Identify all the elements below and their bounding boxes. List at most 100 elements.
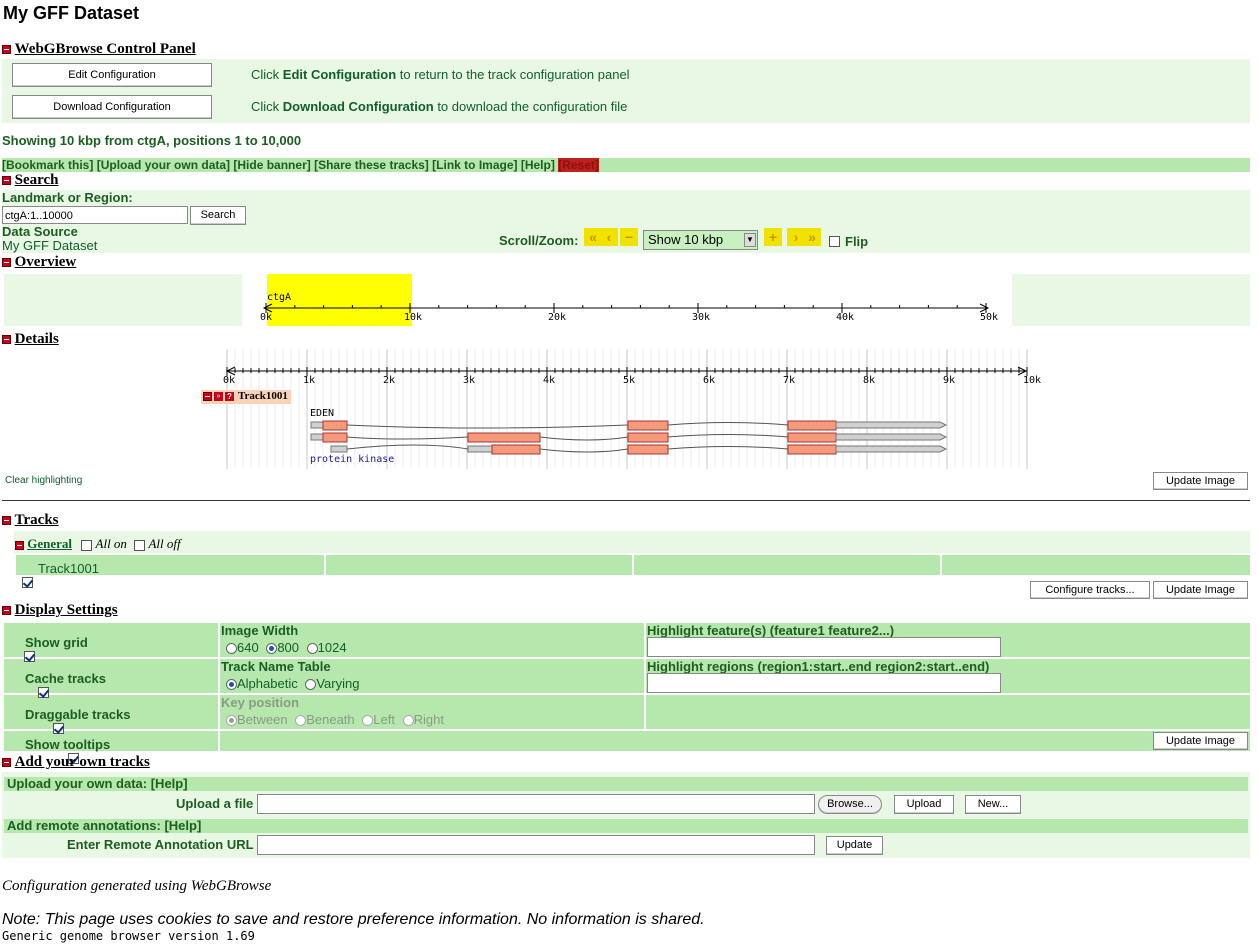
group-general[interactable]: General <box>27 536 72 551</box>
all-off-checkbox[interactable] <box>134 539 146 551</box>
display-settings-title[interactable]: Display Settings <box>15 602 118 618</box>
right-label: Right <box>413 712 444 727</box>
display-settings-header[interactable]: Display Settings <box>2 602 118 619</box>
overview-title[interactable]: Overview <box>15 254 77 270</box>
upload-file-input[interactable] <box>257 794 815 814</box>
flip-label: Flip <box>845 234 869 249</box>
overview-tick-label: 10k <box>404 312 423 323</box>
remote-update-button[interactable]: Update <box>826 836 883 855</box>
search-title[interactable]: Search <box>15 172 59 188</box>
image-width-options: 640 800 1024 <box>226 640 347 655</box>
update-image-button[interactable]: Update Image <box>1153 732 1248 750</box>
varying-radio[interactable] <box>305 679 317 691</box>
utr-block <box>310 421 324 429</box>
zoom-in-icon[interactable]: + <box>764 228 782 246</box>
beneath-radio[interactable] <box>295 715 307 727</box>
collapse-icon[interactable] <box>15 540 24 550</box>
track1001-label: Track1001 <box>38 561 99 576</box>
collapse-icon[interactable] <box>2 758 11 768</box>
collapse-icon[interactable] <box>2 516 11 526</box>
show-grid-checkbox[interactable] <box>23 651 35 663</box>
between-radio[interactable] <box>226 715 237 727</box>
edit-configuration-button[interactable]: Edit Configuration <box>12 63 212 87</box>
generated-by-text: Configuration generated using WebGBrowse <box>2 878 272 894</box>
collapse-icon[interactable] <box>203 392 212 401</box>
details-tick-label: 9k <box>943 375 956 386</box>
bookmark-link[interactable]: [Bookmark this] <box>2 158 93 172</box>
remote-header[interactable]: Add remote annotations: [Help] <box>7 819 201 833</box>
landmark-input[interactable]: ctgA:1..10000 <box>2 206 188 224</box>
collapse-icon[interactable] <box>2 45 11 55</box>
collapse-icon[interactable] <box>2 606 11 616</box>
link-to-image-link[interactable]: [Link to Image] <box>432 158 517 172</box>
width-1024-radio[interactable] <box>306 643 318 655</box>
cache-tracks-checkbox[interactable] <box>38 687 50 699</box>
zoom-select-value: Show 10 kbp <box>648 232 724 247</box>
right-radio[interactable] <box>402 715 414 727</box>
upload-header[interactable]: Upload your own data: [Help] <box>7 777 188 791</box>
details-tick-label: 3k <box>463 375 476 386</box>
track-cell-empty <box>634 555 940 575</box>
update-image-button[interactable]: Update Image <box>1153 581 1248 599</box>
chevron-down-icon[interactable]: ▼ <box>744 233 756 247</box>
details-header[interactable]: Details <box>2 331 59 348</box>
browse-button[interactable]: Browse... <box>818 795 882 814</box>
track-label-box: » ? Track1001 <box>201 390 291 404</box>
search-button[interactable]: Search <box>190 206 246 225</box>
configure-tracks-button[interactable]: Configure tracks... <box>1030 581 1150 599</box>
upload-button[interactable]: Upload <box>894 795 954 814</box>
upload-link[interactable]: [Upload your own data] <box>97 158 230 172</box>
control-panel-title[interactable]: WebGBrowse Control Panel <box>15 41 196 57</box>
draggable-tracks-checkbox[interactable] <box>52 723 64 735</box>
highlight-features-input[interactable] <box>647 637 1001 657</box>
scroll-right-far-icon[interactable]: » <box>803 228 821 246</box>
zoom-select[interactable]: Show 10 kbp ▼ <box>643 230 758 250</box>
search-header[interactable]: Search <box>2 172 59 189</box>
highlight-regions-input[interactable] <box>647 673 1001 693</box>
scroll-left-icon[interactable]: ‹ <box>600 228 618 246</box>
alphabetic-radio[interactable] <box>226 679 237 691</box>
width-640-label: 640 <box>237 640 259 655</box>
collapse-icon[interactable] <box>2 335 11 345</box>
zoom-out-icon[interactable]: − <box>620 228 638 246</box>
clear-highlighting-link[interactable]: Clear highlighting <box>5 475 82 486</box>
control-panel-header[interactable]: WebGBrowse Control Panel <box>2 41 196 58</box>
tracks-header[interactable]: Tracks <box>2 512 59 529</box>
landmark-input-value: ctgA:1..10000 <box>5 210 73 222</box>
overview-header[interactable]: Overview <box>2 254 76 271</box>
overview-tick-label: 50k <box>980 312 999 323</box>
left-radio[interactable] <box>362 715 374 727</box>
remote-url-input[interactable] <box>257 835 815 855</box>
key-position-label: Key position <box>221 695 300 710</box>
collapse-icon[interactable] <box>2 258 11 268</box>
help-link[interactable]: [Help] <box>521 158 555 172</box>
update-image-button[interactable]: Update Image <box>1153 472 1248 490</box>
share-icon[interactable]: » <box>214 392 223 401</box>
highlight-features-label: Highlight feature(s) (feature1 feature2.… <box>647 623 895 638</box>
reset-link[interactable]: [Reset] <box>558 158 599 172</box>
beneath-label: Beneath <box>306 712 355 727</box>
all-on-checkbox[interactable] <box>81 539 93 551</box>
cache-tracks-label: Cache tracks <box>25 671 106 686</box>
tracks-title[interactable]: Tracks <box>15 512 59 528</box>
data-source-label: Data Source <box>2 224 78 239</box>
track1001-checkbox[interactable] <box>22 577 33 589</box>
width-800-radio[interactable] <box>266 643 278 655</box>
download-configuration-button[interactable]: Download Configuration <box>12 95 212 119</box>
overview-tick-label: 0k <box>260 312 273 323</box>
collapse-icon[interactable] <box>2 176 11 186</box>
feature-name-label: EDEN <box>310 408 335 419</box>
highlight-regions-label: Highlight regions (region1:start..end re… <box>647 659 990 674</box>
upload-header-bar <box>4 777 1248 791</box>
help-icon[interactable]: ? <box>225 392 234 401</box>
width-640-radio[interactable] <box>226 643 237 655</box>
add-tracks-header[interactable]: Add your own tracks <box>2 754 150 771</box>
share-tracks-link[interactable]: [Share these tracks] <box>314 158 429 172</box>
flip-checkbox[interactable] <box>829 236 840 248</box>
varying-label: Varying <box>316 676 360 691</box>
hide-banner-link[interactable]: [Hide banner] <box>233 158 310 172</box>
feature-description-label: protein kinase <box>310 454 395 465</box>
add-tracks-title[interactable]: Add your own tracks <box>15 754 150 770</box>
new-button[interactable]: New... <box>965 795 1021 814</box>
details-title[interactable]: Details <box>15 331 59 347</box>
